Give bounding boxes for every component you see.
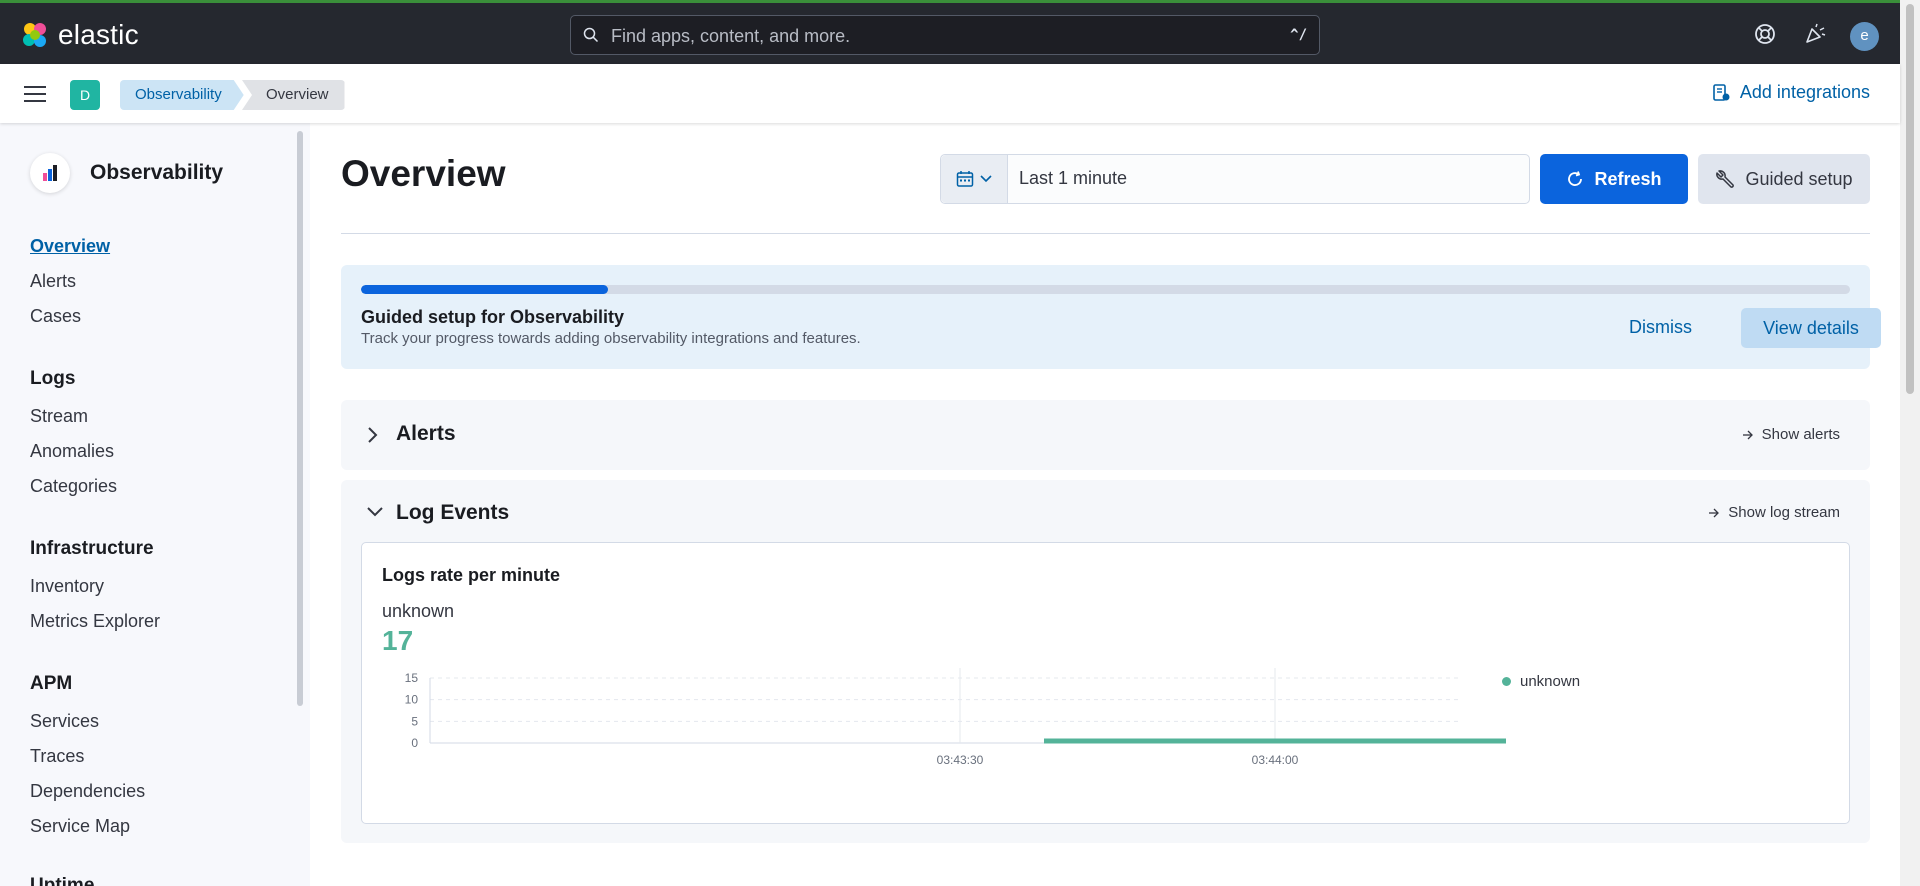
news-feed-icon[interactable] <box>1804 23 1826 45</box>
sidebar-item-dependencies[interactable]: Dependencies <box>30 781 145 802</box>
legend-dot <box>1502 677 1511 686</box>
sidebar-item-cases[interactable]: Cases <box>30 306 81 327</box>
chevron-down-icon <box>980 175 992 183</box>
y-tick-label: 0 <box>411 736 418 750</box>
sidebar-title: Observability <box>90 161 224 184</box>
user-avatar[interactable]: e <box>1850 22 1879 51</box>
sidebar-item-stream[interactable]: Stream <box>30 406 88 427</box>
arrow-right-icon <box>1742 430 1753 439</box>
legend-label: unknown <box>1520 673 1581 690</box>
brand-name: elastic <box>58 19 139 50</box>
sidebar-item-alerts[interactable]: Alerts <box>30 271 76 292</box>
view-details-button[interactable]: View details <box>1741 308 1881 348</box>
divider <box>341 233 1870 234</box>
sidebar-item-anomalies[interactable]: Anomalies <box>30 441 114 462</box>
elastic-logo[interactable]: elastic <box>20 19 139 51</box>
chart-legend[interactable]: unknown <box>1502 673 1580 690</box>
refresh-label: Refresh <box>1594 168 1662 189</box>
sidebar-scrollbar[interactable] <box>297 131 303 706</box>
refresh-button[interactable]: Refresh <box>1540 154 1688 204</box>
space-avatar[interactable]: D <box>70 80 100 110</box>
metric-label: unknown <box>382 601 455 621</box>
search-icon <box>583 27 599 43</box>
chevron-right-icon[interactable] <box>366 426 378 444</box>
sidebar-group-logs: Logs <box>30 368 76 389</box>
sidebar-nav: Observability Overview Alerts Cases Logs… <box>0 123 310 886</box>
page-scrollbar[interactable] <box>1900 0 1920 886</box>
refresh-icon <box>1568 171 1583 186</box>
x-tick-label: 03:44:00 <box>1252 753 1299 767</box>
x-tick-label: 03:43:30 <box>937 753 984 767</box>
help-icon[interactable] <box>1754 23 1776 45</box>
chevron-down-icon[interactable] <box>366 505 384 517</box>
sidebar-item-traces[interactable]: Traces <box>30 746 84 767</box>
metric-value: 17 <box>382 625 414 656</box>
top-header: elastic Find apps, content, and more. ^/… <box>0 0 1900 64</box>
date-picker[interactable]: Last 1 minute <box>940 154 1530 204</box>
sidebar-header: Observability <box>30 153 223 193</box>
global-search-input[interactable]: Find apps, content, and more. ^/ <box>570 15 1320 55</box>
sidebar-item-categories[interactable]: Categories <box>30 476 117 497</box>
log-events-section-title[interactable]: Log Events <box>396 501 509 525</box>
y-tick-label: 15 <box>405 671 419 685</box>
page-scrollbar-thumb[interactable] <box>1906 4 1914 394</box>
sidebar-item-metrics-explorer[interactable]: Metrics Explorer <box>30 611 160 632</box>
logs-rate-title: Logs rate per minute <box>382 565 561 585</box>
observability-logo-icon <box>30 153 70 193</box>
show-log-stream-link[interactable]: Show log stream <box>1708 504 1840 521</box>
elastic-logo-icon <box>23 23 46 47</box>
alerts-section: Alerts Show alerts <box>341 400 1870 470</box>
sidebar-item-overview[interactable]: Overview <box>30 236 110 257</box>
integrations-icon <box>1713 83 1730 101</box>
wrench-icon <box>1716 170 1735 188</box>
sidebar-item-inventory[interactable]: Inventory <box>30 576 104 597</box>
guided-setup-title: Guided setup for Observability <box>361 307 625 327</box>
guided-setup-progress-fill <box>361 285 609 294</box>
alerts-section-title[interactable]: Alerts <box>396 422 456 446</box>
logs-rate-panel: Logs rate per minute unknown 17 0 5 10 15 03… <box>361 542 1850 824</box>
breadcrumb-bar: D Overview Observability Add integration… <box>0 64 1900 123</box>
sidebar-group-apm: APM <box>30 673 73 694</box>
main-content: Overview Last 1 minute Refresh Guided se… <box>310 123 1900 886</box>
show-log-stream-label: Show log stream <box>1728 504 1840 521</box>
breadcrumb-observability[interactable]: Observability <box>120 80 244 110</box>
show-alerts-link[interactable]: Show alerts <box>1742 426 1840 443</box>
breadcrumb-overview: Overview <box>242 80 345 110</box>
y-tick-label: 10 <box>405 693 419 707</box>
guided-setup-label: Guided setup <box>1745 168 1853 189</box>
arrow-right-icon <box>1709 508 1720 517</box>
search-shortcut: ^/ <box>1290 27 1307 43</box>
sidebar-group-infrastructure: Infrastructure <box>30 538 154 559</box>
add-integrations-label: Add integrations <box>1739 82 1870 102</box>
guided-setup-description: Track your progress towards adding obser… <box>361 330 861 347</box>
add-integrations-link[interactable]: Add integrations <box>1712 82 1870 103</box>
sidebar-group-uptime: Uptime <box>30 875 95 886</box>
guided-setup-button[interactable]: Guided setup <box>1698 154 1870 204</box>
y-tick-label: 5 <box>411 714 418 728</box>
guided-setup-panel: Guided setup for Observability Track you… <box>341 265 1881 369</box>
show-alerts-label: Show alerts <box>1761 426 1840 443</box>
guided-setup-progress <box>361 285 1850 294</box>
log-events-section: Log Events Show log stream Logs rate per… <box>341 480 1870 843</box>
quick-select-button[interactable] <box>941 155 1008 203</box>
sidebar-item-service-map[interactable]: Service Map <box>30 816 130 837</box>
sidebar-item-services[interactable]: Services <box>30 711 99 732</box>
menu-icon[interactable] <box>24 85 46 103</box>
date-range-text[interactable]: Last 1 minute <box>1019 168 1127 189</box>
search-placeholder: Find apps, content, and more. <box>611 26 851 46</box>
page-title: Overview <box>341 153 506 194</box>
dismiss-button[interactable]: Dismiss <box>1629 317 1692 338</box>
calendar-icon <box>956 171 974 187</box>
